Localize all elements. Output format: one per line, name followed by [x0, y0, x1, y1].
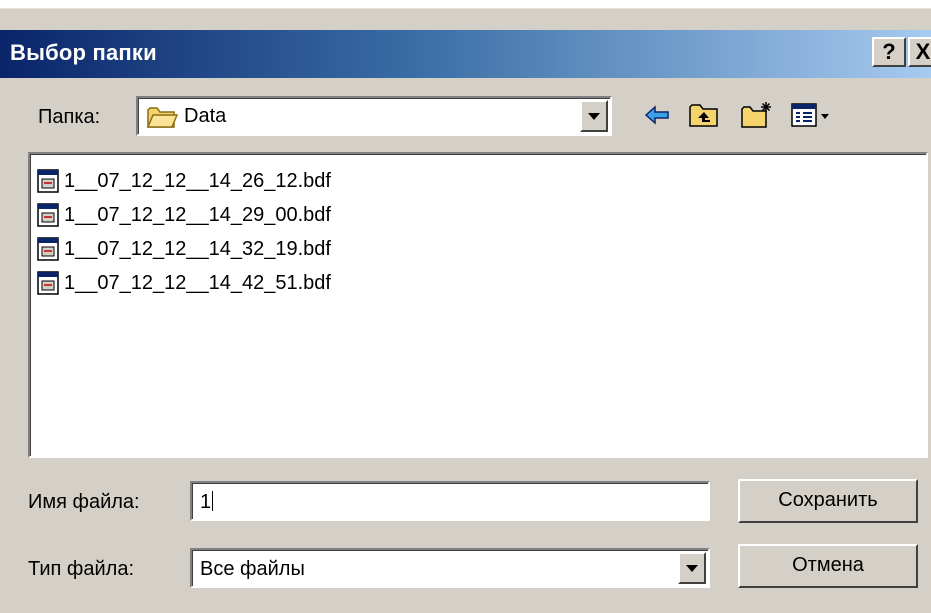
- window-title: Выбор папки: [10, 40, 157, 65]
- folder-label: Папка:: [38, 106, 101, 128]
- filetype-value: Все файлы: [200, 558, 305, 580]
- filename-input[interactable]: 1: [190, 481, 710, 521]
- list-item[interactable]: 1__07_12_12__14_29_00.bdf: [36, 200, 331, 230]
- chevron-down-icon: [686, 565, 698, 572]
- filetype-dropdown-button[interactable]: [678, 552, 706, 584]
- help-button[interactable]: ?: [872, 37, 906, 67]
- list-item[interactable]: 1__07_12_12__14_32_19.bdf: [36, 234, 331, 264]
- folder-value: Data: [184, 105, 227, 127]
- back-arrow-icon[interactable]: [642, 100, 672, 135]
- new-folder-icon[interactable]: [740, 100, 774, 135]
- bdf-file-icon: [36, 202, 60, 228]
- bdf-file-icon: [36, 168, 60, 194]
- file-name: 1__07_12_12__14_32_19.bdf: [64, 237, 331, 260]
- view-menu-icon[interactable]: [790, 100, 832, 135]
- file-name: 1__07_12_12__14_42_51.bdf: [64, 271, 331, 294]
- list-item[interactable]: 1__07_12_12__14_42_51.bdf: [36, 268, 331, 298]
- filetype-dropdown[interactable]: Все файлы: [190, 548, 710, 588]
- file-list[interactable]: 1__07_12_12__14_26_12.bdf 1__07_12_12__1…: [28, 152, 928, 458]
- cancel-button[interactable]: Отмена: [738, 544, 918, 588]
- filename-value: 1: [200, 491, 212, 513]
- chevron-down-icon: [588, 113, 600, 120]
- bdf-file-icon: [36, 236, 60, 262]
- folder-icon: [146, 104, 179, 135]
- filetype-label: Тип файла:: [28, 558, 134, 580]
- list-item[interactable]: 1__07_12_12__14_26_12.bdf: [36, 166, 331, 196]
- filename-label: Имя файла:: [28, 491, 140, 513]
- title-bar[interactable]: Выбор папки ? X: [0, 30, 931, 78]
- file-name: 1__07_12_12__14_26_12.bdf: [64, 169, 331, 192]
- folder-dropdown-button[interactable]: [580, 100, 608, 132]
- bdf-file-icon: [36, 270, 60, 296]
- close-button[interactable]: X: [908, 37, 931, 67]
- save-button[interactable]: Сохранить: [738, 479, 918, 523]
- file-name: 1__07_12_12__14_29_00.bdf: [64, 203, 331, 226]
- folder-dropdown[interactable]: Data: [136, 96, 612, 136]
- text-caret: [212, 491, 214, 511]
- up-one-level-icon[interactable]: [688, 100, 720, 135]
